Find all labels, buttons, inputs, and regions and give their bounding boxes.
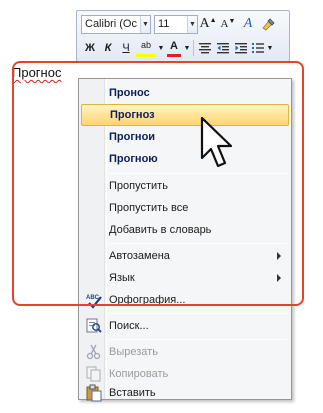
italic-button[interactable]: К bbox=[99, 39, 117, 58]
shrink-font-icon: A bbox=[220, 18, 229, 30]
highlight-label: ab bbox=[140, 39, 151, 50]
chevron-down-icon[interactable]: ▼ bbox=[140, 15, 150, 33]
paste-menu-item[interactable]: Вставить bbox=[81, 384, 289, 402]
menu-separator bbox=[109, 313, 287, 314]
decrease-indent-button[interactable] bbox=[214, 39, 232, 58]
font-size-value: 11 bbox=[158, 18, 170, 30]
highlight-button[interactable]: ab bbox=[135, 39, 157, 58]
styles-icon: A bbox=[243, 16, 253, 31]
font-size-combo[interactable]: 11 ▼ bbox=[154, 14, 198, 34]
mouse-pointer-icon bbox=[200, 116, 233, 168]
bold-button[interactable]: Ж bbox=[81, 39, 99, 58]
cut-label: Вырезать bbox=[109, 346, 158, 358]
center-align-button[interactable] bbox=[196, 39, 214, 58]
font-name-value: Calibri (Ос bbox=[85, 18, 137, 30]
align-center-icon bbox=[199, 43, 211, 54]
font-color-swatch bbox=[167, 53, 181, 57]
menu-separator bbox=[109, 339, 287, 340]
underline-label: Ч bbox=[122, 42, 130, 54]
copy-icon bbox=[86, 366, 101, 382]
search-icon bbox=[86, 318, 102, 333]
shrink-font-button[interactable]: A ▼ bbox=[218, 15, 238, 34]
copy-label: Копировать bbox=[109, 368, 169, 380]
search-label: Поиск... bbox=[109, 320, 149, 332]
styles-button[interactable]: A bbox=[238, 15, 258, 34]
mini-toolbar: Calibri (Ос ▼ 11 ▼ A ▲ A ▼ A Ж К Ч ab ▼ … bbox=[76, 10, 290, 62]
toolbar-divider bbox=[193, 40, 194, 56]
underline-button[interactable]: Ч bbox=[117, 39, 135, 58]
increase-indent-button[interactable] bbox=[232, 39, 250, 58]
font-color-label: A bbox=[170, 39, 178, 52]
increase-indent-icon bbox=[235, 43, 247, 54]
bold-label: Ж bbox=[85, 42, 95, 54]
bullet-list-icon bbox=[252, 43, 264, 53]
grow-font-button[interactable]: A ▲ bbox=[198, 15, 218, 34]
paste-icon bbox=[86, 384, 102, 402]
mini-toolbar-row-2: Ж К Ч ab ▼ A ▼ ▼ bbox=[81, 38, 274, 58]
search-menu-item[interactable]: Поиск... bbox=[81, 315, 289, 337]
paste-label: Вставить bbox=[109, 387, 156, 399]
chevron-down-icon[interactable]: ▼ bbox=[157, 39, 165, 58]
font-name-combo[interactable]: Calibri (Ос ▼ bbox=[81, 14, 151, 34]
bullets-button[interactable] bbox=[250, 39, 266, 58]
font-color-button[interactable]: A bbox=[165, 39, 183, 58]
format-painter-icon bbox=[262, 18, 275, 31]
cut-menu-item[interactable]: Вырезать bbox=[81, 341, 289, 363]
grow-font-icon: A bbox=[199, 16, 210, 31]
decrease-indent-icon bbox=[217, 43, 229, 54]
italic-label: К bbox=[104, 42, 112, 54]
format-painter-button[interactable] bbox=[258, 15, 278, 34]
scissors-icon bbox=[86, 344, 101, 360]
chevron-down-icon[interactable]: ▼ bbox=[266, 39, 274, 58]
chevron-down-icon[interactable]: ▼ bbox=[183, 39, 191, 58]
mini-toolbar-row-1: Calibri (Ос ▼ 11 ▼ A ▲ A ▼ A bbox=[81, 14, 278, 34]
copy-menu-item[interactable]: Копировать bbox=[81, 363, 289, 385]
highlight-color-swatch bbox=[136, 53, 156, 57]
highlight-frame bbox=[12, 61, 304, 306]
chevron-down-icon[interactable]: ▼ bbox=[187, 15, 197, 33]
